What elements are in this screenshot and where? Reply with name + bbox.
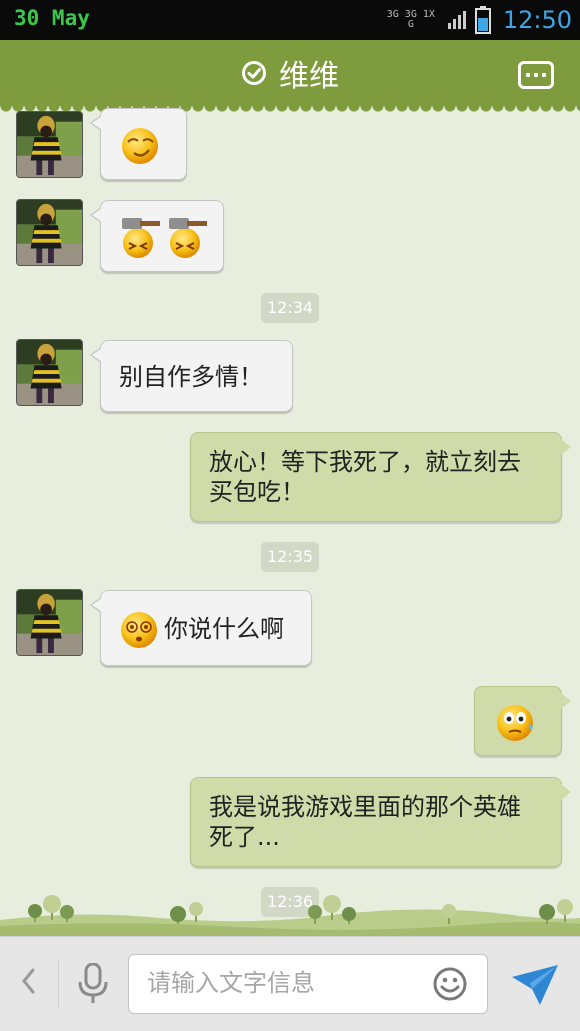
avatar[interactable] <box>16 589 83 656</box>
incoming-message[interactable] <box>90 200 224 272</box>
outgoing-message[interactable] <box>474 686 571 756</box>
landscape-decoration <box>0 895 580 936</box>
chat-header: 维维 <box>0 40 580 112</box>
avatar[interactable] <box>16 111 83 178</box>
outgoing-message[interactable]: 放心！等下我死了，就立刻去买包吃！ <box>190 432 571 522</box>
timestamp: 12:34 <box>261 293 319 323</box>
timestamp: 12:35 <box>261 542 319 572</box>
microphone-icon[interactable] <box>78 963 108 1005</box>
network-indicator: 3G 3G 1X G <box>386 9 435 30</box>
outgoing-message[interactable]: 我是说我游戏里面的那个英雄死了... <box>190 777 571 867</box>
shy-smile-emoji <box>122 128 158 164</box>
dizzy-emoji <box>121 612 157 648</box>
status-clock: 12:50 <box>502 6 572 34</box>
message-text: 别自作多情！ <box>119 363 263 391</box>
send-icon[interactable] <box>510 963 560 1007</box>
avatar[interactable] <box>16 199 83 266</box>
message-input[interactable] <box>147 955 427 1011</box>
message-text: 我是说我游戏里面的那个英雄死了... <box>209 793 521 851</box>
hammer-emoji <box>122 218 160 258</box>
battery-icon <box>474 6 491 34</box>
header-title-group: 维维 <box>0 40 580 106</box>
message-input-bar <box>0 936 580 1031</box>
avatar[interactable] <box>16 339 83 406</box>
incoming-message[interactable] <box>90 108 187 180</box>
page-title: 维维 <box>279 59 339 94</box>
message-text-field[interactable] <box>128 954 488 1014</box>
chevron-left-icon[interactable] <box>20 967 36 1002</box>
message-text: 你说什么啊 <box>164 615 284 643</box>
status-indicators: 3G 3G 1X G 12:50 <box>381 4 572 36</box>
menu-dot <box>526 73 530 77</box>
menu-dot <box>534 73 538 77</box>
check-circle-icon <box>242 61 266 85</box>
menu-dot <box>542 73 546 77</box>
message-list[interactable]: 12:34 别自作多情！ 放心！等下我死了，就立刻去买包吃！ 12:35 你说什… <box>0 106 580 936</box>
signal-icon <box>447 11 466 29</box>
incoming-message[interactable]: 你说什么啊 <box>90 590 312 666</box>
sweat-emoji <box>497 705 533 741</box>
incoming-message[interactable]: 别自作多情！ <box>90 340 293 412</box>
more-dots-icon[interactable] <box>518 61 554 89</box>
divider <box>58 959 59 1009</box>
smiley-icon[interactable] <box>433 967 467 1001</box>
status-bar: 30 May 3G 3G 1X G 12:50 <box>0 0 580 40</box>
message-text: 放心！等下我死了，就立刻去买包吃！ <box>209 448 521 506</box>
hammer-emoji <box>169 218 207 258</box>
status-date: 30 May <box>14 6 90 30</box>
